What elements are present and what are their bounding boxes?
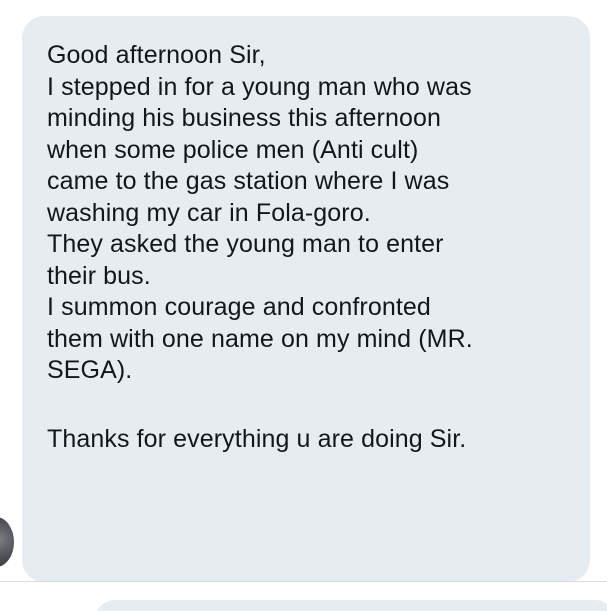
message-text: Good afternoon Sir, I stepped in for a y… [47, 40, 590, 456]
message-divider [0, 581, 607, 582]
message-line: them with one name on my mind (MR. [47, 324, 473, 353]
message-line: They asked the young man to enter [47, 230, 444, 258]
next-message-bubble[interactable] [95, 600, 607, 611]
message-line: SEGA). [47, 356, 133, 384]
message-line: minding his business this afternoon [47, 104, 442, 132]
message-line: their bus. [47, 261, 151, 290]
conversation-view: Good afternoon Sir, I stepped in for a y… [0, 0, 607, 611]
message-line: Good afternoon Sir, [47, 41, 266, 69]
message-line: I summon courage and confronted [47, 293, 431, 321]
message-line: I stepped in for a young man who was [47, 72, 472, 101]
received-message-bubble[interactable]: Good afternoon Sir, I stepped in for a y… [22, 16, 590, 582]
message-line: Thanks for everything u are doing Sir. [47, 425, 467, 453]
message-line: came to the gas station where I was [47, 167, 450, 195]
sender-avatar[interactable] [0, 517, 14, 567]
message-line: washing my car in Fola-goro. [47, 198, 371, 227]
message-line: when some police men (Anti cult) [47, 135, 419, 164]
